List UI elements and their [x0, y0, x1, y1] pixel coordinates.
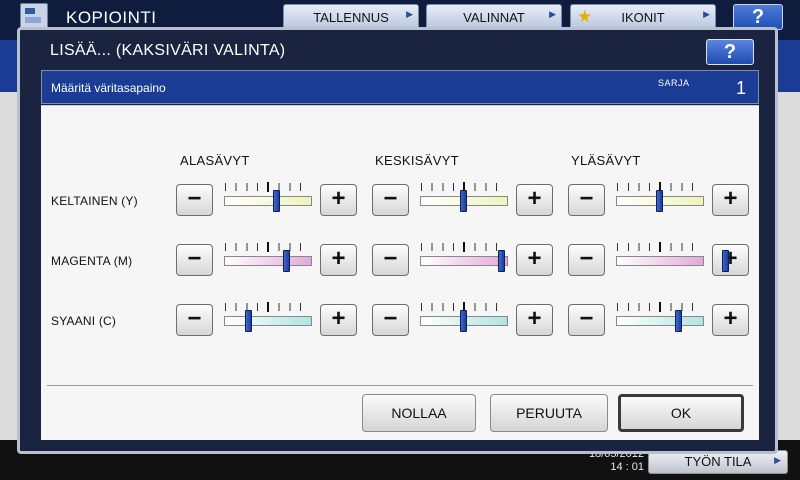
decrease-button-cyan-midtones[interactable]: −	[372, 304, 409, 336]
arrow-icon: ▶	[549, 9, 556, 19]
slider-thumb-yellow-midtones[interactable]	[459, 190, 467, 212]
slider-center-tick	[267, 182, 269, 192]
slider-track-cyan-highlights[interactable]	[616, 316, 704, 326]
job-status-label: TYÖN TILA	[684, 454, 752, 469]
help-button[interactable]: ?	[706, 39, 754, 65]
tab-label: VALINNAT	[463, 10, 525, 25]
increase-button-cyan-midtones[interactable]: +	[516, 304, 553, 336]
slider-track-magenta-highlights[interactable]	[616, 256, 704, 266]
header-label: Määritä väritasapaino	[51, 81, 166, 95]
row-label-magenta: MAGENTA (M)	[51, 254, 133, 268]
increase-button-cyan-shadows[interactable]: +	[320, 304, 357, 336]
ok-button[interactable]: OK	[618, 394, 744, 432]
slider-thumb-magenta-shadows[interactable]	[282, 250, 290, 272]
decrease-button-magenta-highlights[interactable]: −	[568, 244, 605, 276]
slider-center-tick	[267, 302, 269, 312]
slider-thumb-magenta-highlights[interactable]	[722, 250, 729, 272]
column-header-midtones: KESKISÄVYT	[375, 153, 459, 168]
decrease-button-magenta-midtones[interactable]: −	[372, 244, 409, 276]
slider-track-magenta-shadows[interactable]	[224, 256, 312, 266]
dialog-title: LISÄÄ... (KAKSIVÄRI VALINTA)	[50, 42, 286, 59]
increase-button-yellow-midtones[interactable]: +	[516, 184, 553, 216]
increase-button-magenta-midtones[interactable]: +	[516, 244, 553, 276]
arrow-icon: ▶	[406, 9, 413, 19]
row-label-cyan: SYAANI (C)	[51, 314, 117, 328]
slider-center-tick	[463, 242, 465, 252]
decrease-button-yellow-shadows[interactable]: −	[176, 184, 213, 216]
slider-center-tick	[659, 242, 661, 252]
cancel-button[interactable]: PERUUTA	[490, 394, 608, 432]
slider-thumb-cyan-midtones[interactable]	[459, 310, 467, 332]
tab-label: IKONIT	[621, 10, 665, 25]
slider-thumb-yellow-highlights[interactable]	[655, 190, 663, 212]
increase-button-yellow-highlights[interactable]: +	[712, 184, 749, 216]
reset-button[interactable]: NOLLAA	[362, 394, 476, 432]
decrease-button-cyan-highlights[interactable]: −	[568, 304, 605, 336]
column-header-shadows: ALASÄVYT	[180, 153, 250, 168]
slider-center-tick	[267, 242, 269, 252]
slider-track-cyan-shadows[interactable]	[224, 316, 312, 326]
increase-button-magenta-highlights[interactable]: +	[712, 244, 749, 276]
sets-label: SARJA	[658, 78, 690, 88]
arrow-icon: ▶	[703, 9, 710, 19]
slider-track-magenta-midtones[interactable]	[420, 256, 508, 266]
column-header-highlights: YLÄSÄVYT	[571, 153, 641, 168]
slider-thumb-cyan-highlights[interactable]	[674, 310, 682, 332]
star-icon: ★	[577, 7, 593, 26]
decrease-button-magenta-shadows[interactable]: −	[176, 244, 213, 276]
tab-label: TALLENNUS	[313, 10, 389, 25]
slider-track-yellow-shadows[interactable]	[224, 196, 312, 206]
decrease-button-yellow-midtones[interactable]: −	[372, 184, 409, 216]
divider	[47, 385, 753, 386]
app-title: KOPIOINTI	[66, 8, 157, 27]
slider-thumb-yellow-shadows[interactable]	[273, 190, 280, 212]
sets-value: 1	[736, 78, 747, 98]
slider-center-tick	[659, 302, 661, 312]
slider-thumb-cyan-shadows[interactable]	[244, 310, 252, 332]
increase-button-yellow-shadows[interactable]: +	[320, 184, 357, 216]
slider-thumb-magenta-midtones[interactable]	[497, 250, 505, 272]
increase-button-cyan-highlights[interactable]: +	[712, 304, 749, 336]
copy-mode-icon	[20, 3, 48, 29]
increase-button-magenta-shadows[interactable]: +	[320, 244, 357, 276]
decrease-button-yellow-highlights[interactable]: −	[568, 184, 605, 216]
row-label-yellow: KELTAINEN (Y)	[51, 194, 138, 208]
decrease-button-cyan-shadows[interactable]: −	[176, 304, 213, 336]
time-text: 14 : 01	[610, 461, 644, 473]
